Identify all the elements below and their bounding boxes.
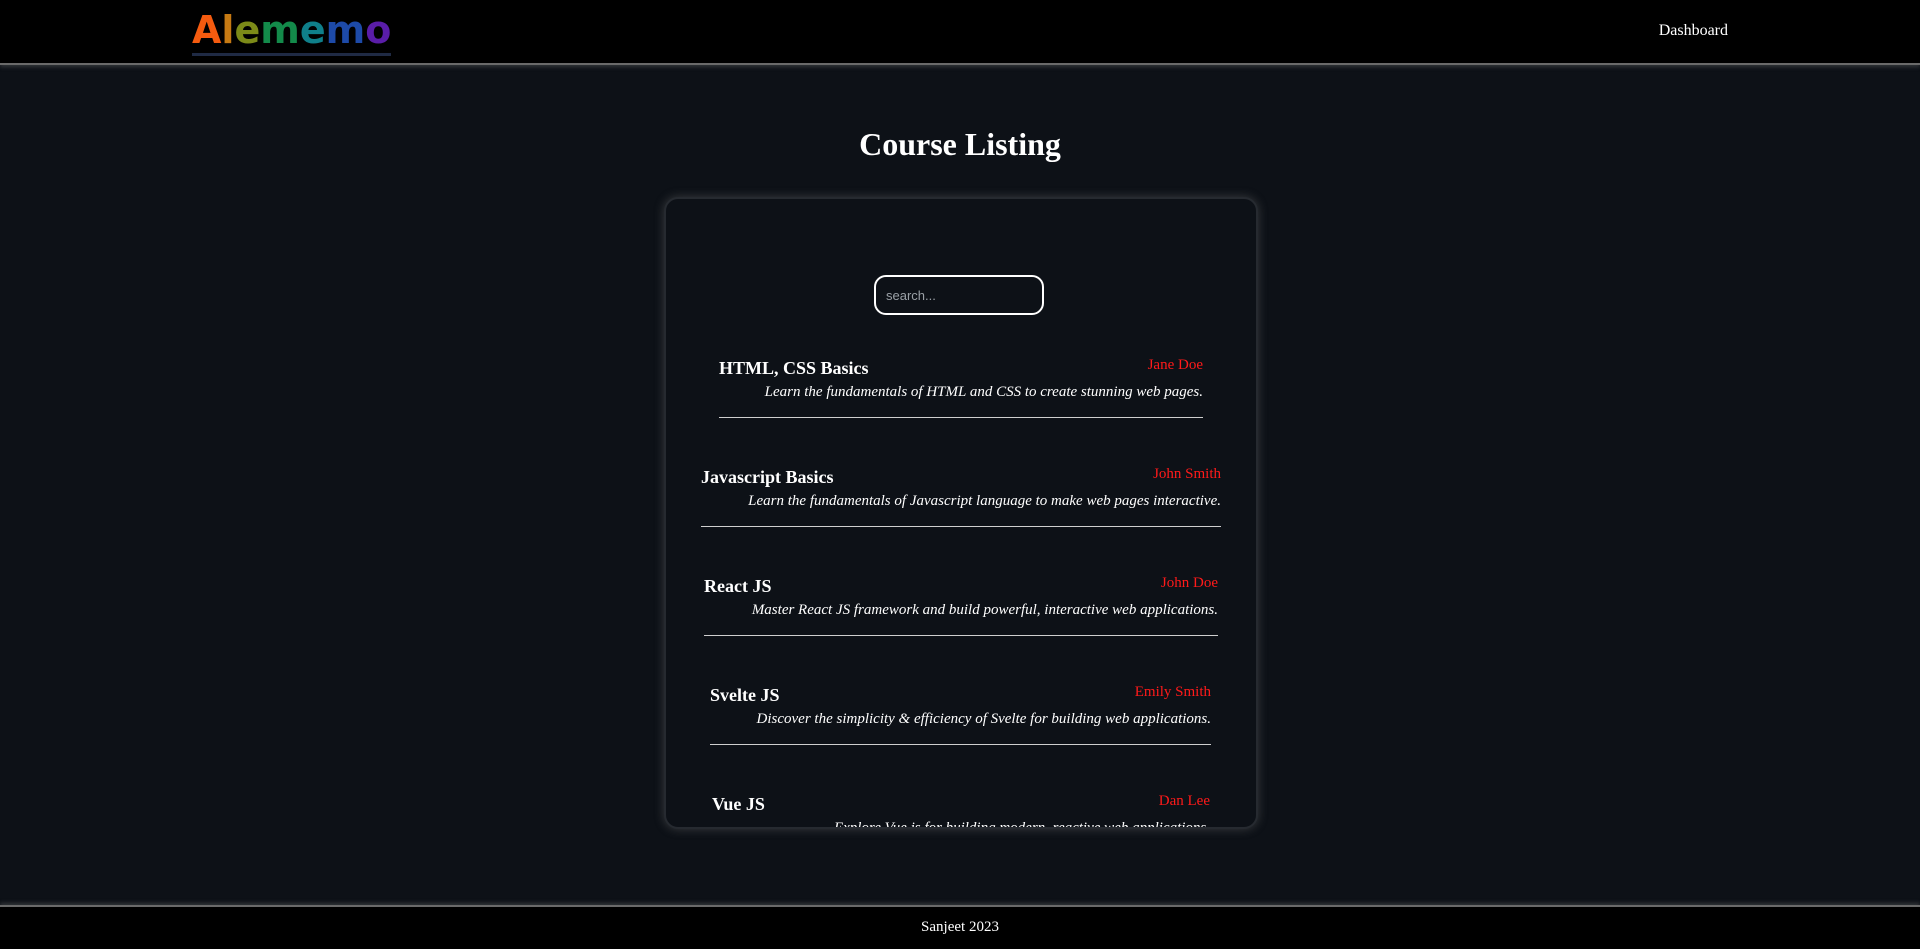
course-list-panel[interactable]: HTML, CSS Basics Jane Doe Learn the fund… (664, 197, 1258, 829)
course-description: Discover the simplicity & efficiency of … (756, 711, 1211, 727)
course-instructor: John Smith (1153, 466, 1221, 482)
course-item[interactable]: React JS John Doe Master React JS framew… (704, 573, 1218, 636)
course-item[interactable]: Vue JS Dan Lee Explore Vue.js for buildi… (712, 791, 1210, 829)
dashboard-link[interactable]: Dashboard (1659, 22, 1728, 40)
page-title: Course Listing (859, 126, 1061, 162)
logo-letter: A (192, 8, 222, 52)
footer-credit: Sanjeet 2023 (921, 919, 999, 935)
course-description: Learn the fundamentals of Javascript lan… (748, 493, 1221, 509)
course-instructor: Emily Smith (1134, 684, 1211, 700)
search-input[interactable] (874, 275, 1044, 315)
course-item[interactable]: Javascript Basics John Smith Learn the f… (701, 464, 1221, 527)
footer: Sanjeet 2023 (0, 905, 1920, 949)
course-description: Learn the fundamentals of HTML and CSS t… (764, 384, 1203, 400)
course-item[interactable]: Svelte JS Emily Smith Discover the simpl… (710, 682, 1211, 745)
course-instructor: Dan Lee (1158, 793, 1210, 809)
course-description: Master React JS framework and build powe… (751, 602, 1218, 618)
course-title: Vue JS (712, 794, 765, 814)
course-title: React JS (704, 576, 772, 596)
top-navbar: Alememo Dashboard (0, 0, 1920, 65)
logo-letter: m (260, 8, 300, 52)
course-title: HTML, CSS Basics (719, 358, 869, 378)
alemeno-logo[interactable]: Alememo (192, 7, 392, 56)
logo-letter: e (234, 8, 261, 52)
course-title: Svelte JS (710, 685, 780, 705)
logo-letter: o (365, 8, 392, 52)
logo-letter: m (325, 8, 366, 52)
logo-letter: l (221, 8, 235, 52)
course-item[interactable]: HTML, CSS Basics Jane Doe Learn the fund… (719, 355, 1203, 418)
course-description: Explore Vue.js for building modern, reac… (833, 820, 1210, 829)
course-instructor: Jane Doe (1147, 357, 1203, 373)
course-title: Javascript Basics (701, 467, 834, 487)
logo-letter: e (299, 8, 326, 52)
course-instructor: John Doe (1160, 575, 1218, 591)
